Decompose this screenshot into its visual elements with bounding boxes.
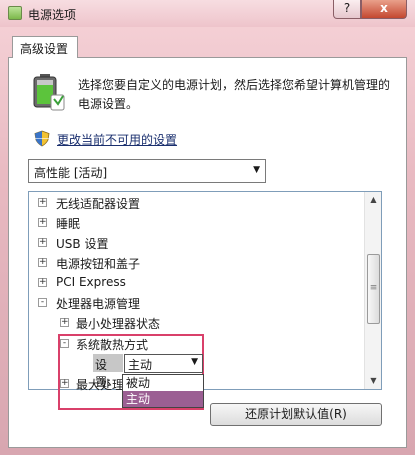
title-bar: 电源选项 ? x <box>0 0 415 27</box>
expand-icon[interactable]: + <box>38 238 47 247</box>
window-title: 电源选项 <box>28 8 77 22</box>
tree-item-label: 电源按钮和盖子 <box>56 257 141 271</box>
restore-defaults-button[interactable]: 还原计划默认值(R) <box>210 403 382 426</box>
tree-item-label: 最小处理器状态 <box>76 317 161 331</box>
expand-icon[interactable]: + <box>38 198 47 207</box>
settings-tree <box>28 191 382 390</box>
scroll-up-icon[interactable]: ▲ <box>366 192 381 208</box>
expand-icon[interactable]: + <box>38 278 47 287</box>
chevron-down-icon: ▼ <box>191 357 198 367</box>
tree-item-label: 系统散热方式 <box>76 338 149 352</box>
collapse-icon[interactable]: - <box>38 298 47 307</box>
tree-item-label: USB 设置 <box>56 237 109 251</box>
expand-icon[interactable]: + <box>60 379 69 388</box>
tab-advanced-settings[interactable]: 高级设置 <box>12 36 78 58</box>
scroll-down-icon[interactable]: ▼ <box>366 373 381 389</box>
change-unavailable-settings-link[interactable]: 更改当前不可用的设置 <box>57 131 177 148</box>
collapse-icon[interactable]: - <box>60 339 69 348</box>
expand-icon[interactable]: + <box>38 218 47 227</box>
option-passive[interactable]: 被动 <box>123 375 203 391</box>
chevron-down-icon: ▼ <box>253 165 260 175</box>
cooling-policy-combo[interactable]: 主动 ▼ <box>124 354 203 373</box>
help-button[interactable]: ? <box>333 0 361 19</box>
expand-icon[interactable]: + <box>60 318 69 327</box>
expand-icon[interactable]: + <box>38 258 47 267</box>
cooling-policy-dropdown: 被动 主动 <box>122 374 204 408</box>
cooling-policy-value: 主动 <box>128 358 153 372</box>
option-active[interactable]: 主动 <box>123 391 203 407</box>
tree-item-label: PCI Express <box>56 275 126 289</box>
power-plan-select[interactable]: 高性能 [活动] ▼ <box>28 159 266 183</box>
tree-scrollbar[interactable]: ▲ ≡ ▼ <box>364 192 381 389</box>
setting-label: 设置: <box>93 354 123 389</box>
shield-icon <box>34 130 50 147</box>
power-plan-value: 高性能 [活动] <box>34 166 108 180</box>
power-options-icon <box>8 6 22 20</box>
description-text: 选择您要自定义的电源计划，然后选择您希望计算机管理的电源设置。 <box>78 78 391 111</box>
tree-item-label: 处理器电源管理 <box>56 297 141 311</box>
close-button[interactable]: x <box>361 0 407 19</box>
tree-item-label: 睡眠 <box>56 217 81 231</box>
scroll-thumb[interactable]: ≡ <box>367 254 380 324</box>
battery-icon <box>33 74 65 111</box>
tree-item-label: 无线适配器设置 <box>56 197 141 211</box>
